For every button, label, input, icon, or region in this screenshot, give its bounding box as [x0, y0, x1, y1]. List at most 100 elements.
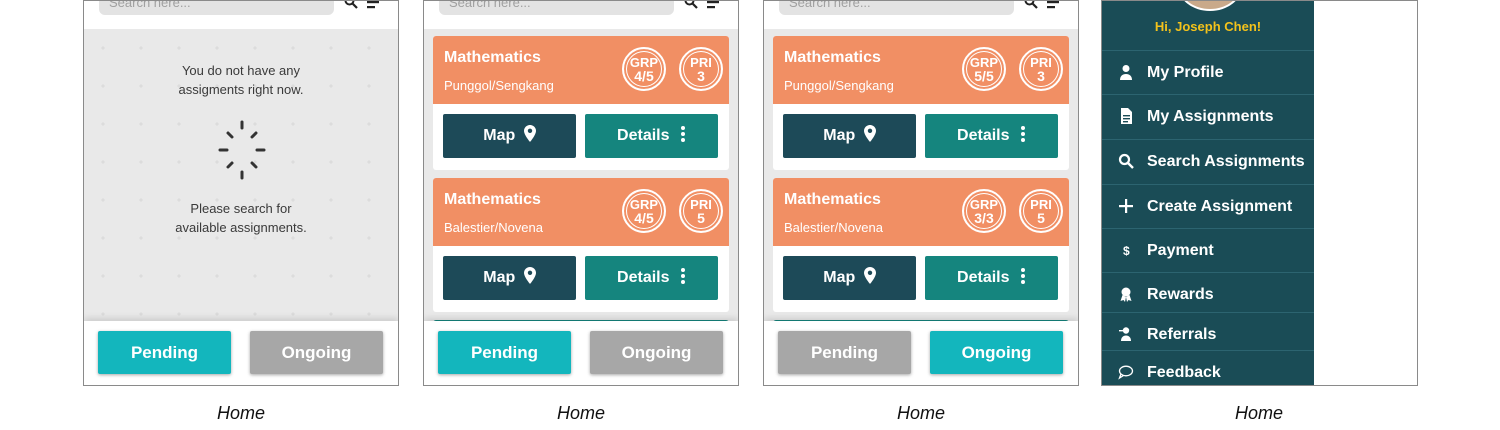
group-badge: GRP 5/5 — [962, 47, 1006, 91]
menu-item-label: Search Assignments — [1147, 153, 1305, 170]
group-badge-value: 4/5 — [634, 68, 654, 84]
filter-icon[interactable] — [1047, 0, 1063, 9]
map-button[interactable]: Map — [443, 114, 576, 158]
group-badge-value: 5/5 — [974, 68, 994, 84]
menu-item-my-assignments[interactable]: My Assignments — [1102, 94, 1314, 138]
plus-icon — [1119, 199, 1133, 213]
menu-item-label: Create Assignment — [1147, 198, 1293, 215]
details-button-label: Details — [957, 127, 1010, 144]
screen-ongoing-list: Mathematics Punggol/Sengkang GRP 5/5 PRI 3… — [763, 0, 1079, 386]
search-icon[interactable] — [1024, 0, 1038, 9]
top-bar: Search here... — [424, 1, 738, 29]
greeting-text: Hi, Joseph Chen! — [1154, 19, 1262, 34]
filter-icon[interactable] — [707, 0, 723, 9]
map-button-label: Map — [483, 269, 516, 286]
subject-label: Mathematics — [784, 191, 881, 208]
empty-message: You do not have any assigments right now… — [84, 61, 398, 99]
map-button-label: Map — [823, 269, 856, 286]
empty-message-line2: assigments right now. — [178, 82, 304, 97]
assignment-card-header: Mathematics Balestier/Novena GRP 3/3 PRI 5 — [773, 178, 1069, 246]
group-badge: GRP 4/5 — [622, 189, 666, 233]
menu-item-label: Rewards — [1147, 286, 1214, 303]
menu-item-label: My Assignments — [1147, 108, 1274, 125]
details-button[interactable]: Details — [585, 114, 718, 158]
caption-home: Home — [216, 403, 265, 423]
assignment-card[interactable]: Mathematics Balestier/Novena GRP 4/5 PRI 5… — [433, 178, 729, 312]
details-button[interactable]: Details — [925, 114, 1058, 158]
menu-item-label: My Profile — [1147, 64, 1224, 81]
menu-item-label: Referrals — [1147, 326, 1217, 343]
map-button[interactable]: Map — [443, 256, 576, 300]
search-icon[interactable] — [684, 0, 698, 9]
group-badge-value: 3/3 — [974, 210, 994, 226]
menu-item-search-assignments[interactable]: Search Assignments — [1102, 139, 1314, 183]
loading-spinner-icon — [218, 120, 266, 180]
menu-item-my-profile[interactable]: My Profile — [1102, 50, 1314, 94]
ongoing-tab-button[interactable]: Ongoing — [930, 331, 1063, 374]
more-vertical-icon — [1020, 268, 1025, 284]
search-input[interactable]: Search here... — [99, 1, 334, 15]
filter-icon[interactable] — [367, 0, 383, 9]
subject-label: Mathematics — [444, 49, 541, 66]
search-prompt: Please search for available assignments. — [84, 199, 398, 237]
primary-badge-value: 5 — [1037, 210, 1045, 226]
menu-item-label: Feedback — [1147, 364, 1221, 381]
details-button-label: Details — [617, 269, 670, 286]
ongoing-tab-button[interactable]: Ongoing — [250, 331, 383, 374]
details-button-label: Details — [957, 269, 1010, 286]
map-button[interactable]: Map — [783, 256, 916, 300]
map-button-label: Map — [823, 127, 856, 144]
primary-badge: PRI 3 — [1019, 47, 1063, 91]
top-bar: Search here... — [764, 1, 1078, 29]
primary-badge-value: 3 — [697, 68, 705, 84]
user-add-icon — [1119, 327, 1131, 341]
search-input[interactable]: Search here... — [439, 1, 674, 15]
chat-bubble-icon — [1118, 365, 1134, 380]
group-badge: GRP 4/5 — [622, 47, 666, 91]
document-icon — [1121, 108, 1132, 124]
details-button[interactable]: Details — [925, 256, 1058, 300]
empty-background: You do not have any assigments right now… — [84, 29, 398, 321]
ongoing-tab-button[interactable]: Ongoing — [590, 331, 723, 374]
area-label: Balestier/Novena — [444, 220, 543, 235]
map-button-label: Map — [483, 127, 516, 144]
map-pin-icon — [863, 267, 876, 284]
dollar-icon: $ — [1123, 244, 1130, 258]
primary-badge: PRI 5 — [1019, 189, 1063, 233]
menu-item-feedback[interactable]: Feedback — [1102, 350, 1314, 385]
details-button[interactable]: Details — [585, 256, 718, 300]
pending-tab-button[interactable]: Pending — [778, 331, 911, 374]
subject-label: Mathematics — [784, 49, 881, 66]
primary-badge-value: 5 — [697, 210, 705, 226]
group-badge-value: 4/5 — [634, 210, 654, 226]
menu-item-label: Payment — [1147, 242, 1214, 259]
pending-tab-button[interactable]: Pending — [438, 331, 571, 374]
assignment-card[interactable]: Mathematics Balestier/Novena GRP 3/3 PRI 5… — [773, 178, 1069, 312]
assignment-list: Mathematics Punggol/Sengkang GRP 5/5 PRI 3… — [764, 29, 1078, 328]
svg-text:$: $ — [1123, 244, 1130, 258]
menu-item-payment[interactable]: $ Payment — [1102, 228, 1314, 272]
more-vertical-icon — [1020, 126, 1025, 142]
map-pin-icon — [523, 267, 536, 284]
search-icon[interactable] — [344, 0, 358, 9]
navigation-drawer: Hi, Joseph Chen! My Profile My Assignmen… — [1102, 1, 1314, 385]
menu-item-rewards[interactable]: Rewards — [1102, 272, 1314, 316]
map-pin-icon — [523, 125, 536, 142]
assignment-card[interactable]: Mathematics Punggol/Sengkang GRP 4/5 PRI 3… — [433, 36, 729, 170]
bottom-tab-bar: Pending Ongoing — [424, 321, 738, 385]
user-icon — [1120, 65, 1132, 80]
area-label: Punggol/Sengkang — [444, 78, 554, 93]
subject-label: Mathematics — [444, 191, 541, 208]
assignment-card[interactable]: Mathematics Punggol/Sengkang GRP 5/5 PRI 3… — [773, 36, 1069, 170]
screen-side-menu: Hi, Joseph Chen! My Profile My Assignmen… — [1101, 0, 1418, 386]
assignment-card-header: Mathematics Punggol/Sengkang GRP 4/5 PRI 3 — [433, 36, 729, 104]
search-input[interactable]: Search here... — [779, 1, 1014, 15]
menu-item-create-assignment[interactable]: Create Assignment — [1102, 184, 1314, 228]
empty-message-line1: You do not have any — [181, 63, 301, 78]
caption-home: Home — [1234, 403, 1283, 423]
caption-home: Home — [556, 403, 605, 423]
primary-badge-value: 3 — [1037, 68, 1045, 84]
group-badge: GRP 3/3 — [962, 189, 1006, 233]
map-button[interactable]: Map — [783, 114, 916, 158]
pending-tab-button[interactable]: Pending — [98, 331, 231, 374]
